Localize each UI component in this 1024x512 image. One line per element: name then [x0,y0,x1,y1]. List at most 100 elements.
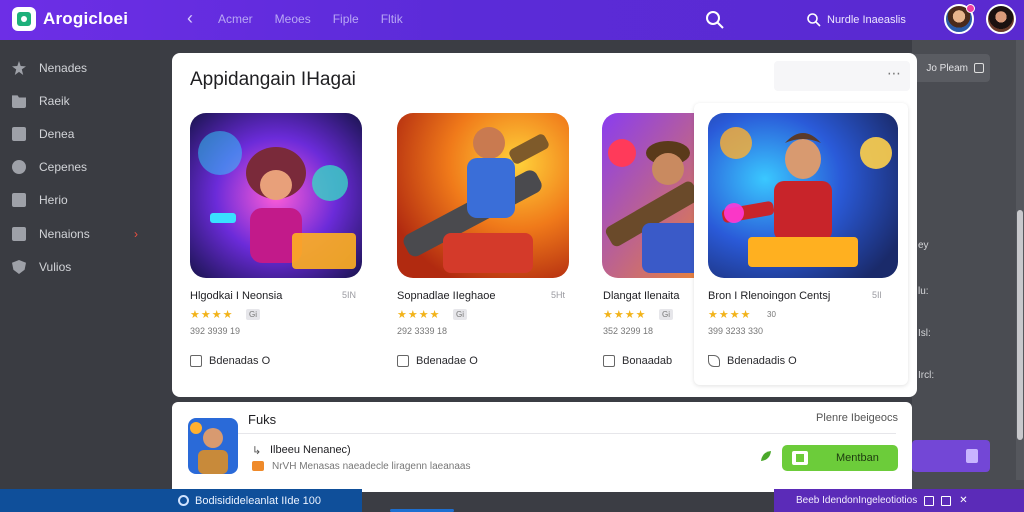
side-label: ey [918,240,929,251]
mail-icon [252,461,264,471]
rating-stars: ★★★★ [397,309,441,321]
nav-item-1[interactable]: Acmer [218,12,253,26]
game-title[interactable]: Sopnadlae IIeghaoe [397,290,495,302]
sidebar-item-label: Vulios [39,260,72,274]
add-checkbox[interactable]: Bdenadadis O [708,355,797,367]
checkbox-label: Bdenadas O [209,355,271,367]
gamepad-icon [792,451,808,465]
side-label: lu: [918,286,929,297]
avatar[interactable] [986,4,1016,34]
sidebar-item-raeik[interactable]: Raeik [12,90,152,112]
nav-item-4[interactable]: Fltik [381,12,403,26]
game-size: 5Ht [551,290,566,300]
side-label: Isl: [918,328,931,339]
sidebar-item-label: Nenaions [39,227,90,241]
game-art-image[interactable] [708,113,898,278]
panel-title: Appidangain IHagai [190,69,356,90]
list-item-description: NrVH Menasas naeadecle liragenn laeanaas [272,461,471,472]
install-button[interactable]: Mentban [782,445,898,471]
share-icon [966,449,978,463]
game-title[interactable]: Dlangat Ilenaita [603,290,679,302]
game-title[interactable]: Hlgodkai I Neonsia [190,290,282,302]
edit-icon[interactable] [924,495,935,506]
scrollbar-thumb[interactable] [1017,210,1023,440]
back-chevron-icon[interactable]: ‹ [180,8,200,29]
logo-icon [12,7,36,31]
window-icon[interactable] [941,495,952,506]
sidebar-item-vulios[interactable]: Vulios [12,256,152,278]
leaf-icon [761,451,771,461]
rating-stars: ★★★★ [708,309,752,321]
close-icon[interactable]: ✕ [959,495,967,506]
rating-stars: ★★★★ [603,309,647,321]
game-art-image[interactable] [602,113,695,278]
sidebar-item-label: Raeik [39,94,70,108]
shield-icon [12,260,26,274]
message-icon [12,227,26,241]
search-input[interactable] [827,14,937,26]
game-card[interactable]: Bron I Rlenoingon Centsj 5Il ★★★★ 30 399… [694,103,908,385]
game-art-image[interactable] [190,113,362,278]
game-card[interactable]: Dlangat Ilenaita ★★★★ Gi 352 3299 18 Bon… [585,103,695,385]
search-icon[interactable] [704,9,726,31]
rating-stars: ★★★★ [190,309,234,321]
search-field[interactable] [798,6,938,34]
checkbox-icon[interactable] [397,355,409,367]
sidebar-item-label: Denea [39,127,75,141]
add-checkbox[interactable]: Bdenadas O [190,355,270,367]
rating-badge: Gi [659,309,673,320]
nav-item-3[interactable]: Fiple [333,12,359,26]
list-item-name[interactable]: Ilbeeu Nenanec) [270,444,351,456]
checkbox-icon[interactable] [603,355,615,367]
more-icon[interactable]: ⋯ [887,65,902,82]
side-label: Ircl: [918,370,935,381]
app-logo[interactable]: Arogicloei [12,7,128,31]
add-checkbox[interactable]: Bdenadae O [397,355,478,367]
sidebar-item-cepenes[interactable]: Cepenes [12,156,152,178]
download-count: 392 3939 19 [190,326,241,336]
game-card[interactable]: Sopnadlae IIeghaoe 5Ht ★★★★ Gi 292 3339 … [379,103,585,385]
grid-icon [12,127,26,141]
rating-badge: 30 [767,310,776,319]
checkbox-label: Bdenadadis O [727,355,797,367]
folder-icon [12,95,26,108]
document-icon [12,193,26,207]
game-art-image[interactable] [397,113,569,278]
search-icon [807,13,821,27]
panel-menu[interactable]: ⋯ [774,61,910,91]
filter-label: Jo Pleam [926,62,968,74]
featured-games-panel: Appidangain IHagai ⋯ Hlgodkai I Neonsia … [172,53,917,397]
status-text: Beeb IdendonIngeleotiotios [796,495,918,506]
game-title[interactable]: Bron I Rlenoingon Centsj [708,290,830,302]
install-label: Mentban [836,452,879,464]
filter-button[interactable]: Jo Pleam [912,54,990,82]
checkbox-icon[interactable] [190,355,202,367]
link-icon[interactable] [708,355,720,367]
download-count: 352 3299 18 [603,326,654,336]
sidebar-item-nenades[interactable]: Nenades [12,57,152,79]
sidebar-item-denea[interactable]: Denea [12,123,152,145]
add-checkbox[interactable]: Bonaadab [603,355,672,367]
logo-text: Arogicloei [43,9,129,28]
list-panel: Fuks Plenre Ibeigeocs ↳ Ilbeeu Nenanec) … [172,402,912,492]
star-icon [12,61,26,75]
filter-icon [974,63,984,73]
list-more-link[interactable]: Plenre Ibeigeocs [816,412,898,424]
alert-chevron-icon: › [134,227,138,241]
status-bar-left[interactable]: Bodisidideleanlat IIde 100 [0,489,362,512]
notification-badge [966,4,975,13]
top-nav: Acmer Meoes Fiple Fltik [218,12,403,26]
status-text: Bodisidideleanlat IIde 100 [195,494,321,507]
rating-badge: Gi [453,309,467,320]
list-item-thumbnail[interactable] [188,418,238,474]
sidebar-item-label: Nenades [39,61,88,75]
gear-icon [12,160,26,174]
game-card[interactable]: Hlgodkai I Neonsia 5IN ★★★★ Gi 392 3939 … [172,103,378,385]
top-bar: Arogicloei ‹ Acmer Meoes Fiple Fltik [0,0,1024,40]
share-button[interactable] [912,440,990,472]
status-bar-right[interactable]: Beeb IdendonIngeleotiotios ✕ [774,489,1024,512]
sidebar-item-nenaions[interactable]: Nenaions › [12,223,152,245]
nav-item-2[interactable]: Meoes [275,12,311,26]
sidebar-item-herio[interactable]: Herio [12,189,152,211]
download-count: 399 3233 330 [708,326,764,336]
